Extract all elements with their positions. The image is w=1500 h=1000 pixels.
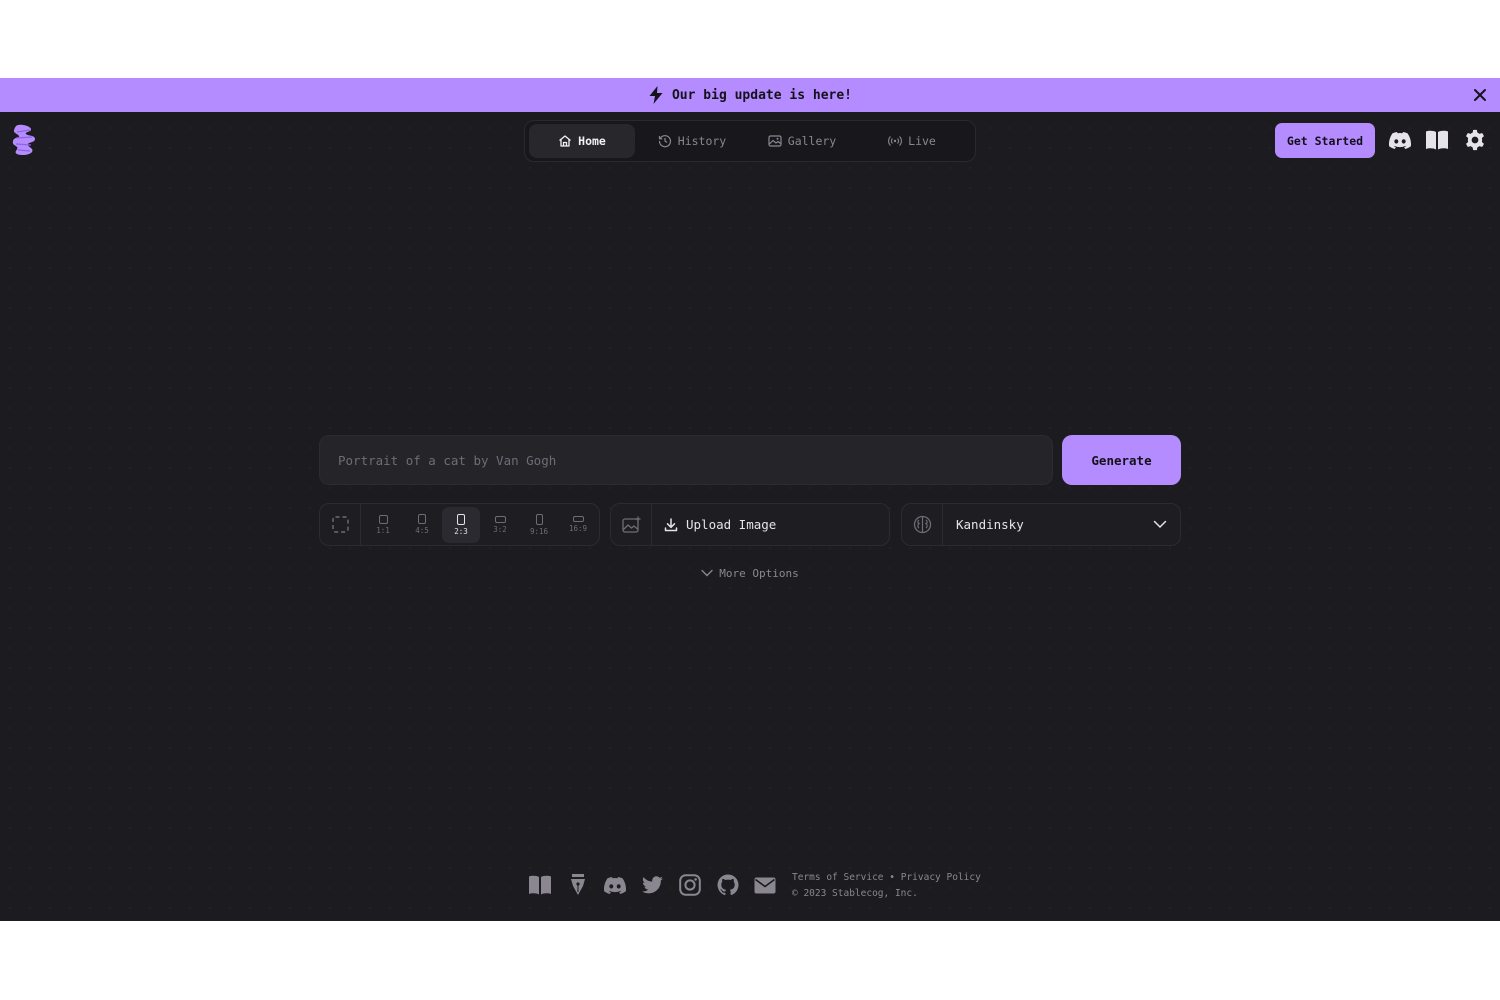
model-select[interactable]: Kandinsky	[901, 503, 1181, 546]
home-icon	[559, 135, 572, 147]
brain-icon	[902, 504, 943, 545]
banner-text: Our big update is here!	[671, 87, 852, 103]
tab-history[interactable]: History	[639, 124, 745, 158]
privacy-policy-link[interactable]: Privacy Policy	[901, 872, 981, 883]
tab-home[interactable]: Home	[529, 124, 635, 158]
portrait-ratio-icon	[457, 513, 465, 525]
footer-separator: •	[889, 872, 895, 883]
tab-live[interactable]: Live	[859, 124, 965, 158]
landscape-ratio-icon	[572, 516, 584, 523]
ratio-option-3-2[interactable]: 3:2	[481, 507, 519, 543]
footer-social-links	[528, 873, 777, 897]
upload-image-label: Upload Image	[686, 517, 777, 532]
docs-book-icon[interactable]	[528, 873, 552, 897]
blog-pen-icon[interactable]	[566, 873, 590, 897]
gallery-icon	[768, 135, 782, 147]
ratio-label: 16:9	[568, 524, 588, 534]
footer-links: Terms of Service • Privacy Policy	[792, 870, 981, 886]
settings-gear-icon[interactable]	[1463, 128, 1487, 152]
copyright-text: © 2023 Stablecog, Inc.	[792, 888, 918, 899]
upload-image-button[interactable]: Upload Image	[652, 517, 776, 532]
ratio-label: 3:2	[493, 524, 507, 534]
ratio-label: 2:3	[454, 526, 468, 536]
ratio-label: 1:1	[376, 525, 390, 535]
chevron-down-icon	[1140, 520, 1180, 529]
main-nav: Home History Gallery Live	[524, 120, 976, 162]
discord-icon[interactable]	[603, 873, 627, 897]
tab-history-label: History	[677, 134, 727, 148]
tab-home-label: Home	[578, 134, 606, 148]
footer-legal: Terms of Service • Privacy Policy © 2023…	[792, 870, 981, 902]
lightning-icon	[648, 86, 664, 104]
more-options-toggle[interactable]: More Options	[690, 563, 810, 583]
tab-gallery-label: Gallery	[787, 134, 837, 148]
aspect-ratio-icon	[320, 504, 361, 545]
upload-image-panel[interactable]: Upload Image	[610, 503, 890, 546]
aspect-ratio-options: 1:1 4:5 2:3 3:2 9:16 16:9	[361, 506, 597, 543]
instagram-icon[interactable]	[678, 873, 702, 897]
ratio-label: 4:5	[415, 526, 429, 536]
image-add-icon	[611, 504, 652, 545]
docs-book-icon[interactable]	[1425, 128, 1449, 152]
email-icon[interactable]	[753, 873, 777, 897]
generate-button[interactable]: Generate	[1062, 435, 1181, 485]
aspect-ratio-selector: 1:1 4:5 2:3 3:2 9:16 16:9	[319, 503, 600, 546]
ratio-option-2-3[interactable]: 2:3	[442, 506, 480, 543]
live-broadcast-icon	[888, 136, 903, 146]
landscape-ratio-icon	[494, 515, 506, 523]
square-ratio-icon	[378, 514, 388, 524]
app-window: Our big update is here! Home History Gal…	[0, 78, 1500, 921]
more-options-label: More Options	[719, 566, 799, 580]
tab-live-label: Live	[908, 134, 936, 148]
portrait-ratio-icon	[535, 513, 543, 525]
terms-of-service-link[interactable]: Terms of Service	[792, 872, 884, 883]
close-icon[interactable]	[1470, 85, 1490, 105]
ratio-option-4-5[interactable]: 4:5	[403, 507, 441, 543]
ratio-option-16-9[interactable]: 16:9	[559, 507, 597, 543]
ratio-option-9-16[interactable]: 9:16	[520, 507, 558, 543]
stablecog-logo[interactable]	[10, 124, 38, 156]
get-started-button[interactable]: Get Started	[1275, 123, 1375, 158]
prompt-input[interactable]	[319, 435, 1053, 485]
chevron-down-icon	[701, 569, 713, 577]
portrait-ratio-icon	[418, 514, 426, 525]
download-icon	[664, 517, 678, 531]
twitter-icon[interactable]	[641, 873, 665, 897]
ratio-label: 9:16	[529, 526, 549, 536]
discord-icon[interactable]	[1388, 128, 1412, 152]
announcement-banner[interactable]: Our big update is here!	[0, 78, 1500, 112]
ratio-option-1-1[interactable]: 1:1	[364, 507, 402, 543]
model-select-value: Kandinsky	[956, 517, 1024, 532]
github-icon[interactable]	[716, 873, 740, 897]
history-icon	[658, 135, 671, 148]
tab-gallery[interactable]: Gallery	[749, 124, 855, 158]
